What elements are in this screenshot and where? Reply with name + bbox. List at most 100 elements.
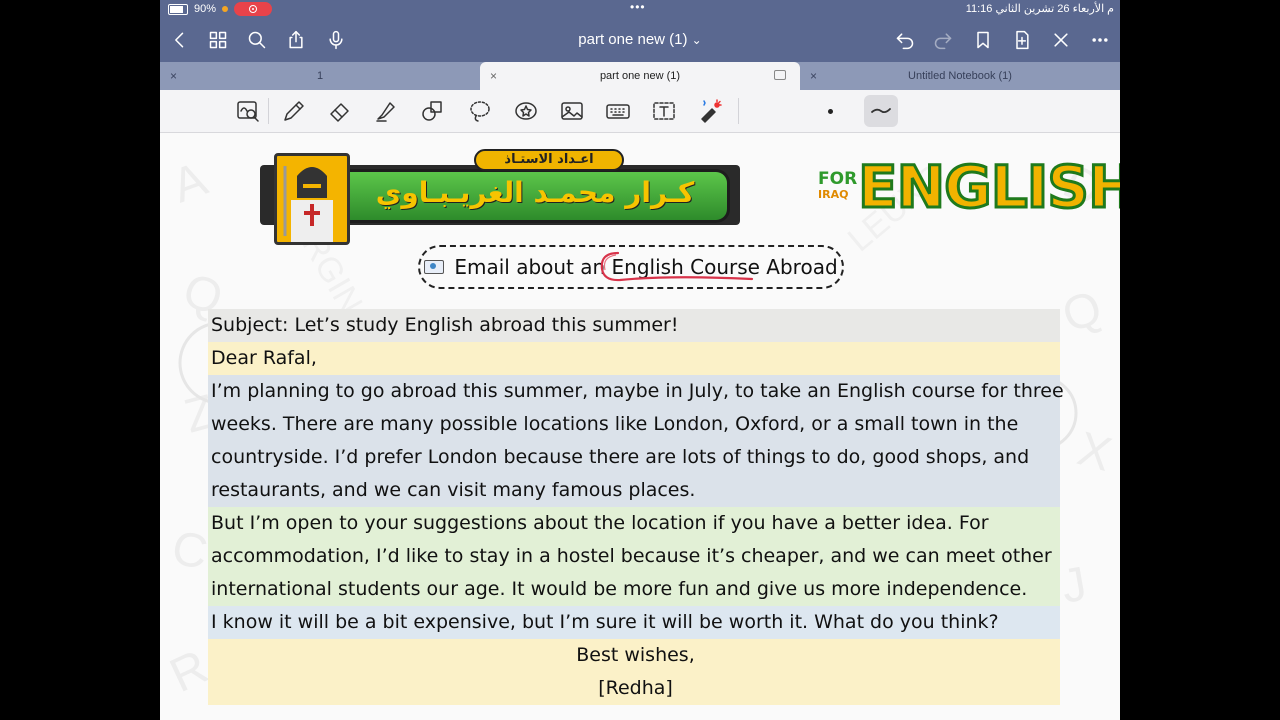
record-icon <box>249 5 258 13</box>
pen-close-icon <box>1054 33 1068 47</box>
red-ink-annotation <box>600 251 754 282</box>
tab-untitled-notebook[interactable]: × Untitled Notebook (1) <box>800 62 1120 90</box>
toolbar-divider <box>268 98 269 124</box>
svg-text:A: A <box>166 153 214 214</box>
add-page-icon <box>1016 30 1029 50</box>
image-icon <box>561 102 583 120</box>
letter-subject: Subject: Let’s study English abroad this… <box>208 309 1060 342</box>
paragraph-line: I know it will be a bit expensive, but I… <box>211 611 999 633</box>
closing-text: Best wishes, <box>576 644 695 666</box>
for-iraq-logo: FOR IRAQ <box>818 171 857 203</box>
paragraph-line: I’m planning to go abroad this summer, m… <box>211 380 1064 402</box>
orange-dot-indicator <box>222 6 229 12</box>
navigation-row: part one new (1) ⌄ <box>160 22 1120 58</box>
status-time-date: 11:16 م الأربعاء 26 تشرين الثاني <box>965 3 1114 15</box>
paragraph-line: weeks. There are many possible locations… <box>211 413 1019 435</box>
logo-iraq-text: IRAQ <box>818 188 849 201</box>
redo-icon <box>934 33 952 50</box>
screen-record-indicator[interactable] <box>234 2 273 16</box>
document-title-text: part one new (1) <box>578 31 688 48</box>
ipad-screen: 90% ••• 11:16 م الأربعاء 26 تشرين الثاني <box>160 0 1120 720</box>
author-credit-pill: اعـداد الاستـاذ <box>474 149 624 171</box>
tab-bar: × 1 × part one new (1) × Untitled Notebo… <box>160 62 1120 90</box>
zoom-window-tool[interactable] <box>234 97 262 125</box>
tab-label: part one new (1) <box>599 70 681 82</box>
highlighter-icon <box>376 102 395 122</box>
status-left: 90% <box>168 2 273 16</box>
tab-part-one-new[interactable]: × part one new (1) <box>480 62 800 90</box>
shapes-tool[interactable] <box>418 97 446 125</box>
paragraph-line: countryside. I’d prefer London because t… <box>211 446 1030 468</box>
letter-paragraph-1: I’m planning to go abroad this summer, m… <box>208 375 1064 507</box>
split-view-icon[interactable] <box>774 70 786 80</box>
eraser-icon <box>330 103 349 122</box>
knight-logo <box>274 153 350 245</box>
multitasking-dots[interactable]: ••• <box>630 0 646 14</box>
logo-for-text: FOR <box>818 169 858 189</box>
author-banner: كـرار محمـد الغريـبـاوي اعـداد الاستـاذ <box>260 149 760 245</box>
tab-1[interactable]: × 1 <box>160 62 480 90</box>
letter-closing: Best wishes, [Redha] <box>208 639 1060 705</box>
toolbar-divider <box>738 98 739 124</box>
tab-close-icon[interactable]: × <box>810 69 817 83</box>
pen-tool[interactable] <box>280 97 308 125</box>
svg-text:J: J <box>1058 557 1091 613</box>
paragraph-line: accommodation, I’d like to stay in a hos… <box>211 545 1052 567</box>
letter-paragraph-2: But I’m open to your suggestions about t… <box>208 507 1060 606</box>
highlighter-tool[interactable] <box>372 97 400 125</box>
battery-percent: 90% <box>194 3 217 15</box>
svg-text:C: C <box>168 522 211 580</box>
email-envelope-icon <box>424 260 445 274</box>
paragraph-line: international students our age. It would… <box>211 578 1028 600</box>
undo-button[interactable] <box>893 28 917 52</box>
title-dropdown-icon: ⌄ <box>691 33 702 47</box>
eraser-tool[interactable] <box>326 97 354 125</box>
zoom-window-icon <box>237 101 259 122</box>
shapes-icon <box>422 101 442 121</box>
tab-close-icon[interactable]: × <box>170 69 177 83</box>
stroke-style-icon <box>871 108 891 114</box>
tab-label: Untitled Notebook (1) <box>908 70 1012 82</box>
pen-style-selected[interactable] <box>864 95 898 127</box>
laser-pointer-icon <box>701 99 722 123</box>
bookmark-button[interactable] <box>971 28 995 52</box>
text-box-icon <box>653 102 675 120</box>
svg-text:X: X <box>1072 422 1117 481</box>
battery-icon <box>168 3 188 15</box>
image-tool[interactable] <box>558 97 586 125</box>
drawing-toolbar <box>160 90 1120 133</box>
author-name-bar: كـرار محمـد الغريـبـاوي <box>350 169 730 223</box>
undo-icon <box>896 33 914 50</box>
pen-size-small[interactable] <box>816 97 844 125</box>
pen-icon <box>284 101 304 121</box>
add-page-button[interactable] <box>1010 28 1034 52</box>
more-icon <box>1092 38 1108 42</box>
lasso-tool[interactable] <box>466 97 494 125</box>
english-logo: ENGLISH <box>857 152 1120 223</box>
letter-paragraph-3: I know it will be a bit expensive, but I… <box>208 606 1060 639</box>
paragraph-line: But I’m open to your suggestions about t… <box>211 512 989 534</box>
star-sticker-icon <box>515 102 537 120</box>
more-button[interactable] <box>1088 28 1112 52</box>
close-tools-button[interactable] <box>1049 28 1073 52</box>
knight-icon <box>283 166 333 242</box>
svg-text:Q: Q <box>1056 281 1109 344</box>
greeting-text: Dear Rafal, <box>211 347 317 369</box>
author-name: كـرار محمـد الغريـبـاوي <box>375 176 695 209</box>
bookmark-icon <box>977 31 989 49</box>
notebook-page[interactable]: A Q Z C R D Q X J ERGIN LEUXC كـرار محمـ… <box>160 133 1120 720</box>
top-bar: 90% ••• 11:16 م الأربعاء 26 تشرين الثاني <box>160 0 1120 62</box>
dot-size-icon <box>827 108 833 114</box>
status-bar: 90% ••• 11:16 م الأربعاء 26 تشرين الثاني <box>160 0 1120 18</box>
tab-label: 1 <box>316 70 324 82</box>
lasso-icon <box>470 101 490 122</box>
signature-text: [Redha] <box>598 677 673 699</box>
redo-button[interactable] <box>931 28 955 52</box>
subject-text: Subject: Let’s study English abroad this… <box>211 314 679 336</box>
keyboard-icon <box>606 104 630 119</box>
sticker-tool[interactable] <box>512 97 540 125</box>
tab-close-icon[interactable]: × <box>490 69 497 83</box>
laser-pointer-tool[interactable] <box>696 97 724 125</box>
text-box-tool[interactable] <box>650 97 678 125</box>
keyboard-tool[interactable] <box>604 97 632 125</box>
